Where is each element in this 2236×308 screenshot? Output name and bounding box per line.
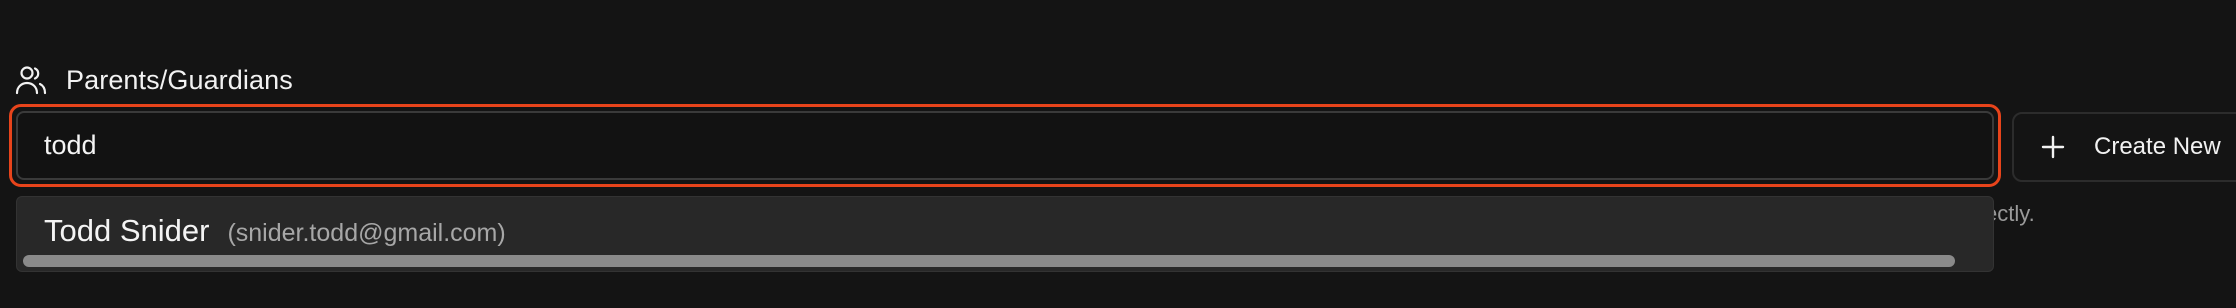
search-input-focus-ring: todd xyxy=(9,104,2001,187)
option-email: (snider.todd@gmail.com) xyxy=(227,219,506,247)
horizontal-scrollbar[interactable] xyxy=(23,255,1955,267)
section-label: Parents/Guardians xyxy=(14,60,293,100)
search-input[interactable]: todd xyxy=(16,111,1994,180)
create-new-button[interactable]: Create New xyxy=(2012,112,2236,182)
section-title: Parents/Guardians xyxy=(66,64,293,95)
search-input-value: todd xyxy=(44,130,97,160)
users-icon xyxy=(14,63,48,97)
suggestion-option[interactable]: Todd Snider (snider.todd@gmail.com) xyxy=(44,213,506,249)
create-new-label: Create New xyxy=(2094,133,2221,160)
plus-icon xyxy=(2040,134,2066,160)
parent-guardian-field: Parents/Guardians todd ectly. Create New… xyxy=(0,0,2236,308)
suggestion-dropdown: Todd Snider (snider.todd@gmail.com) xyxy=(16,196,1994,272)
option-name: Todd Snider xyxy=(44,213,210,248)
